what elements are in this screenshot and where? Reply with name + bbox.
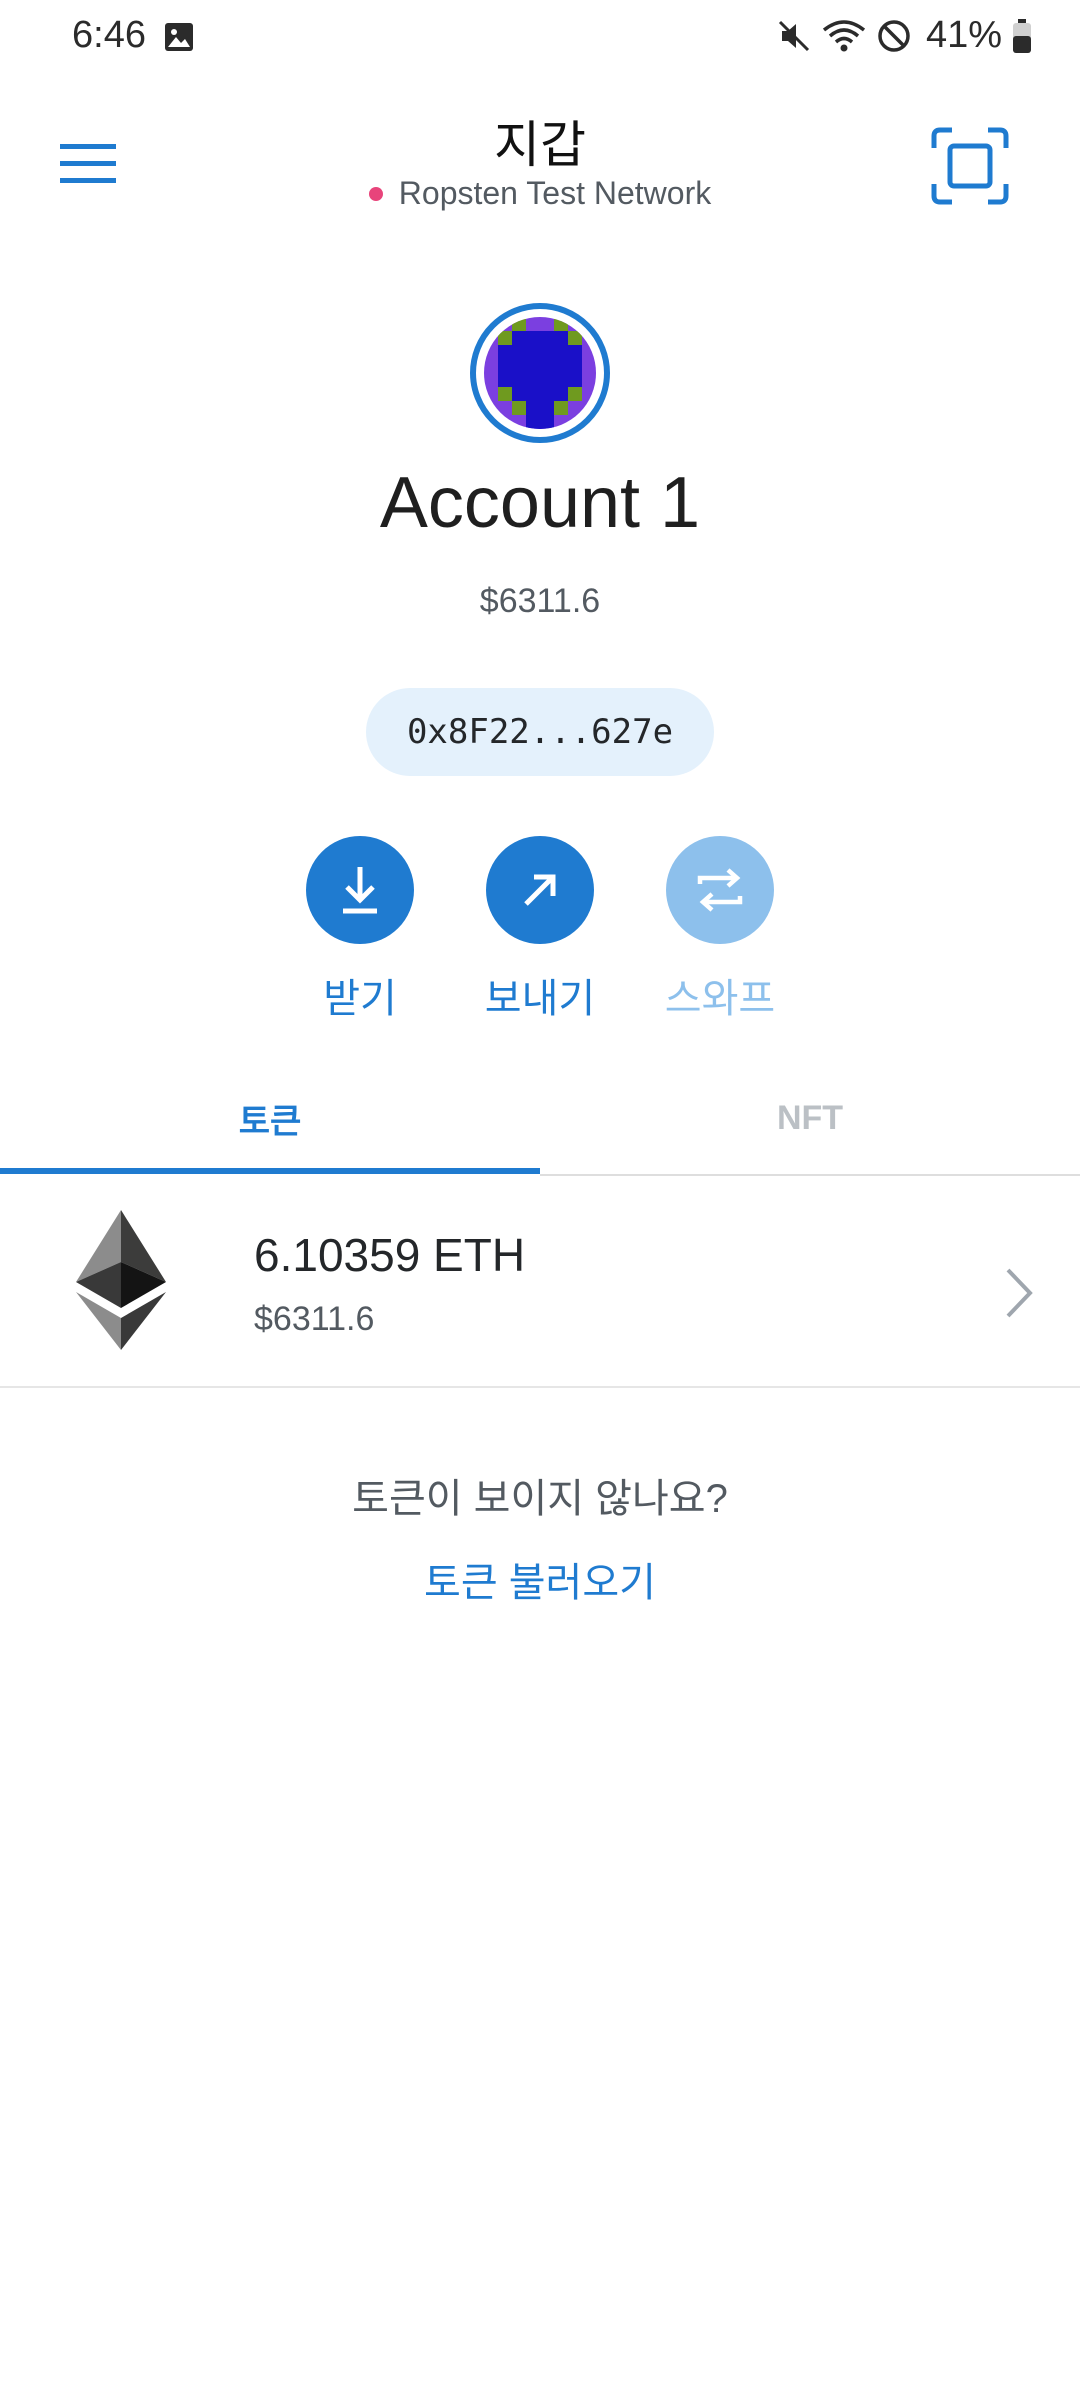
receive-label: 받기	[323, 977, 397, 1021]
tab-tokens-label: 토큰	[238, 1102, 302, 1141]
mute-icon	[778, 20, 809, 51]
send-icon	[524, 874, 556, 906]
network-label: Ropsten Test Network	[398, 175, 712, 211]
account-avatar[interactable]	[470, 303, 610, 443]
scan-icon	[931, 127, 1009, 205]
swap-icon	[697, 868, 743, 912]
tab-nft[interactable]: NFT	[540, 1060, 1080, 1176]
dnd-icon	[878, 19, 910, 52]
identicon	[484, 317, 596, 429]
avatar	[484, 317, 596, 429]
token-fiat-value: $6311.6	[254, 1300, 375, 1338]
tab-tokens[interactable]: 토큰	[0, 1060, 540, 1176]
image-icon	[165, 23, 193, 51]
receive-icon	[343, 867, 377, 914]
chevron-right-icon	[1006, 1268, 1033, 1318]
battery-icon	[1013, 18, 1031, 53]
account-address[interactable]: 0x8F22...627e	[366, 688, 714, 776]
send-button[interactable]: 보내기	[450, 836, 630, 1024]
account-balance: $6311.6	[479, 582, 601, 620]
active-tab-indicator	[0, 1168, 540, 1174]
send-circle[interactable]	[486, 836, 594, 944]
receive-button[interactable]: 받기	[270, 836, 450, 1024]
account-name[interactable]: Account 1	[0, 462, 1080, 544]
status-time: 6:46	[72, 14, 146, 56]
battery-percent: 41%	[925, 14, 1002, 56]
import-tokens-link[interactable]: 토큰 불러오기	[0, 1550, 1080, 1608]
scan-button[interactable]	[930, 126, 1010, 206]
network-selector[interactable]: Ropsten Test Network	[0, 175, 1080, 212]
token-row-eth[interactable]: 6.10359 ETH $6311.6	[0, 1178, 1080, 1388]
ethereum-icon	[76, 1210, 166, 1350]
status-bar: 6:46 41%	[0, 0, 1080, 80]
swap-label: 스와프	[664, 977, 776, 1021]
asset-tabs: 토큰 NFT	[0, 1060, 1080, 1176]
receive-circle[interactable]	[306, 836, 414, 944]
send-label: 보내기	[484, 977, 596, 1021]
network-status-dot	[368, 186, 383, 201]
tab-divider	[540, 1174, 1080, 1176]
swap-button[interactable]: 스와프	[630, 836, 810, 1024]
status-icons: 41%	[776, 14, 1032, 57]
swap-circle[interactable]	[666, 836, 774, 944]
no-tokens-question: 토큰이 보이지 않나요?	[352, 1477, 728, 1521]
tab-nft-label: NFT	[776, 1098, 844, 1137]
page-title: 지갑	[494, 117, 586, 173]
token-amount: 6.10359 ETH	[254, 1229, 526, 1281]
wifi-icon	[822, 19, 866, 51]
